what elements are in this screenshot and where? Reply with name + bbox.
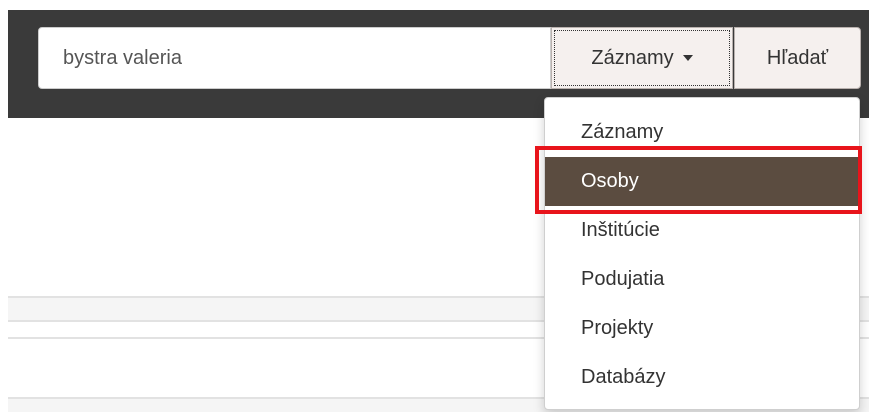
menu-item-label: Záznamy [581,121,664,143]
search-scope-dropdown-button[interactable]: Záznamy [551,27,733,89]
selection-highlight-box [535,146,862,214]
search-scope-menu: Záznamy Osoby Inštitúcie Podujatia Proje… [544,97,860,410]
menu-item-label: Inštitúcie [581,219,660,241]
search-scope-label: Záznamy [591,46,674,69]
menu-item-databazy[interactable]: Databázy [545,353,859,402]
menu-item-label: Podujatia [581,268,665,290]
caret-down-icon [682,55,693,61]
menu-item-podujatia[interactable]: Podujatia [545,255,859,304]
menu-item-label: Databázy [581,366,666,388]
menu-item-projekty[interactable]: Projekty [545,304,859,353]
menu-item-label: Projekty [581,317,654,339]
search-input[interactable] [38,27,551,89]
search-button-label: Hľadať [766,46,829,69]
search-button[interactable]: Hľadať [734,27,861,89]
